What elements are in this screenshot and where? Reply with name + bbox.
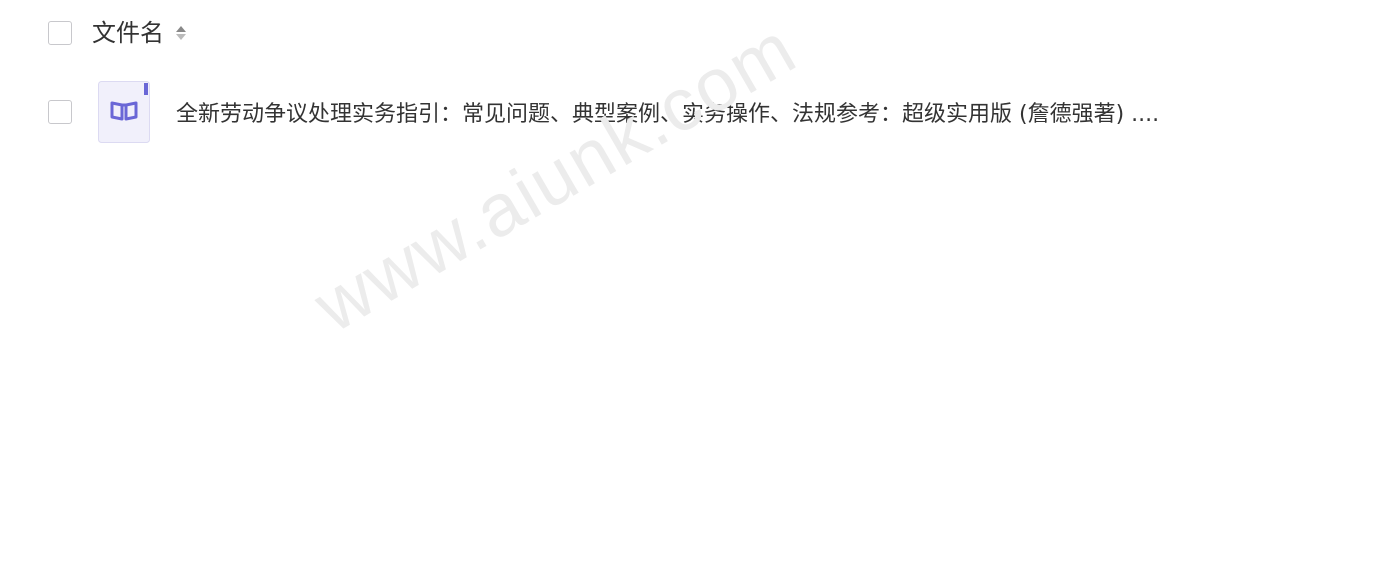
file-list-header: 文件名 — [48, 18, 188, 48]
sort-caret-icon[interactable] — [174, 20, 188, 46]
watermark-text: www.aiunk.com — [300, 5, 810, 348]
file-row-checkbox[interactable] — [48, 100, 72, 124]
book-file-icon — [98, 81, 150, 143]
select-all-checkbox[interactable] — [48, 21, 72, 45]
filename-column-header[interactable]: 文件名 — [92, 18, 164, 48]
file-list: 文件名 全新劳动争议处理实务指引：常见问题、典型案例、实务操作、法规参考：超级实… — [0, 0, 1384, 588]
file-row[interactable]: 全新劳动争议处理实务指引：常见问题、典型案例、实务操作、法规参考：超级实用版 (… — [48, 80, 1159, 144]
file-name[interactable]: 全新劳动争议处理实务指引：常见问题、典型案例、实务操作、法规参考：超级实用版 (… — [176, 96, 1159, 128]
